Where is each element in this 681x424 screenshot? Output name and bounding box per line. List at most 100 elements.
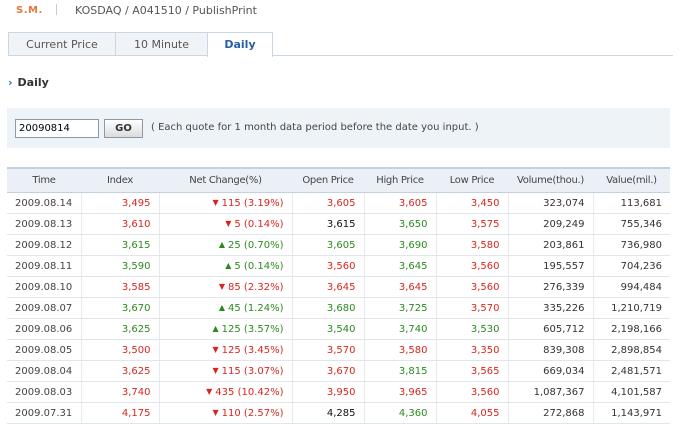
table-row: 2009.08.03 3,740 ▼ 435 (10.42%) 3,950 3,965 3,… bbox=[7, 381, 670, 403]
cell-value: 113,681 bbox=[593, 192, 670, 214]
table-row: 2009.08.12 3,615 ▲ 25 (0.70%) 3,605 3,690 3,58… bbox=[7, 234, 670, 256]
cell-volume: 335,226 bbox=[508, 297, 594, 319]
cell-low-price: 3,565 bbox=[436, 360, 509, 382]
net-change-value: 125 (3.45%) bbox=[221, 344, 284, 356]
table-row: 2009.08.04 3,625 ▼ 115 (3.07%) 3,670 3,815 3,5… bbox=[7, 360, 670, 382]
cell-low-price: 4,055 bbox=[436, 402, 509, 424]
cell-index: 3,615 bbox=[81, 234, 160, 256]
col-low-price: Low Price bbox=[436, 167, 508, 193]
cell-time: 2009.08.06 bbox=[7, 318, 82, 340]
cell-value: 1,210,719 bbox=[593, 297, 670, 319]
cell-volume: 605,712 bbox=[508, 318, 594, 340]
cell-net-change: ▲ 5 (0.14%) bbox=[159, 255, 293, 277]
cell-index: 4,175 bbox=[81, 402, 160, 424]
cell-net-change: ▼ 85 (2.32%) bbox=[159, 276, 293, 298]
cell-value: 1,143,971 bbox=[593, 402, 670, 424]
date-search-panel: GO ( Each quote for 1 month data period … bbox=[7, 108, 670, 148]
tab-current-price[interactable]: Current Price bbox=[8, 32, 116, 55]
cell-time: 2009.08.12 bbox=[7, 234, 82, 256]
breadcrumb: KOSDAQ / A041510 / PublishPrint bbox=[75, 4, 257, 17]
cell-value: 736,980 bbox=[593, 234, 670, 256]
cell-time: 2009.08.04 bbox=[7, 360, 82, 382]
go-button[interactable]: GO bbox=[104, 119, 143, 138]
cell-net-change: ▼ 115 (3.19%) bbox=[159, 192, 293, 214]
cell-index: 3,610 bbox=[81, 213, 160, 235]
cell-index: 3,670 bbox=[81, 297, 160, 319]
triangle-up-icon: ▲ bbox=[212, 323, 219, 333]
cell-open-price: 3,645 bbox=[292, 276, 365, 298]
table-row: 2009.08.06 3,625 ▲ 125 (3.57%) 3,540 3,740 3,5… bbox=[7, 318, 670, 340]
cell-time: 2009.08.07 bbox=[7, 297, 82, 319]
triangle-up-icon: ▲ bbox=[225, 260, 232, 270]
tab-daily[interactable]: Daily bbox=[207, 32, 273, 57]
tab-10-minute[interactable]: 10 Minute bbox=[115, 32, 208, 55]
cell-index: 3,625 bbox=[81, 360, 160, 382]
triangle-down-icon: ▼ bbox=[212, 197, 219, 207]
cell-high-price: 3,815 bbox=[364, 360, 437, 382]
cell-net-change: ▼ 5 (0.14%) bbox=[159, 213, 293, 235]
table-body: 2009.08.14 3,495 ▼ 115 (3.19%) 3,605 3,605 3,4… bbox=[7, 192, 670, 424]
cell-value: 2,481,571 bbox=[593, 360, 670, 382]
cell-value: 755,346 bbox=[593, 213, 670, 235]
table-header-row: Time Index Net Change(%) Open Price High… bbox=[7, 167, 670, 193]
triangle-up-icon: ▲ bbox=[218, 302, 226, 312]
cell-low-price: 3,350 bbox=[436, 339, 509, 361]
cell-net-change: ▼ 125 (3.45%) bbox=[159, 339, 293, 361]
col-value: Value(mil.) bbox=[593, 167, 670, 193]
daily-quotes-table: Time Index Net Change(%) Open Price High… bbox=[7, 167, 670, 424]
table-row: 2009.08.10 3,585 ▼ 85 (2.32%) 3,645 3,645 3,56… bbox=[7, 276, 670, 298]
cell-volume: 209,249 bbox=[508, 213, 594, 235]
cell-time: 2009.08.14 bbox=[7, 192, 82, 214]
cell-volume: 195,557 bbox=[508, 255, 594, 277]
cell-high-price: 3,645 bbox=[364, 255, 437, 277]
section-title-label: Daily bbox=[17, 76, 49, 89]
net-change-value: 85 (2.32%) bbox=[228, 281, 284, 293]
net-change-value: 115 (3.07%) bbox=[221, 365, 284, 377]
cell-time: 2009.08.13 bbox=[7, 213, 82, 235]
cell-value: 2,198,166 bbox=[593, 318, 670, 340]
cell-open-price: 4,285 bbox=[292, 402, 365, 424]
net-change-value: 435 (10.42%) bbox=[215, 386, 284, 398]
net-change-value: 125 (3.57%) bbox=[221, 323, 284, 335]
cell-volume: 839,308 bbox=[508, 339, 594, 361]
cell-index: 3,495 bbox=[81, 192, 160, 214]
cell-high-price: 3,725 bbox=[364, 297, 437, 319]
col-index: Index bbox=[81, 167, 159, 193]
cell-time: 2009.08.11 bbox=[7, 255, 82, 277]
cell-high-price: 3,650 bbox=[364, 213, 437, 235]
cell-high-price: 3,605 bbox=[364, 192, 437, 214]
cell-high-price: 3,645 bbox=[364, 276, 437, 298]
net-change-value: 110 (2.57%) bbox=[221, 407, 284, 419]
cell-open-price: 3,670 bbox=[292, 360, 365, 382]
tab-bar: Current Price 10 Minute Daily bbox=[8, 32, 673, 57]
triangle-down-icon: ▼ bbox=[212, 365, 219, 375]
triangle-down-icon: ▼ bbox=[218, 281, 226, 291]
header-divider bbox=[56, 4, 57, 15]
cell-time: 2009.08.03 bbox=[7, 381, 82, 403]
cell-low-price: 3,560 bbox=[436, 255, 509, 277]
col-high-price: High Price bbox=[364, 167, 436, 193]
col-open-price: Open Price bbox=[292, 167, 364, 193]
net-change-value: 5 (0.14%) bbox=[234, 260, 284, 272]
cell-open-price: 3,950 bbox=[292, 381, 365, 403]
cell-volume: 669,034 bbox=[508, 360, 594, 382]
table-row: 2009.08.14 3,495 ▼ 115 (3.19%) 3,605 3,605 3,4… bbox=[7, 192, 670, 214]
col-net-change: Net Change(%) bbox=[159, 167, 292, 193]
cell-high-price: 3,690 bbox=[364, 234, 437, 256]
cell-volume: 1,087,367 bbox=[508, 381, 594, 403]
cell-value: 994,484 bbox=[593, 276, 670, 298]
cell-low-price: 3,530 bbox=[436, 318, 509, 340]
cell-net-change: ▲ 125 (3.57%) bbox=[159, 318, 293, 340]
net-change-value: 115 (3.19%) bbox=[221, 197, 284, 209]
cell-volume: 276,339 bbox=[508, 276, 594, 298]
cell-open-price: 3,605 bbox=[292, 192, 365, 214]
cell-time: 2009.07.31 bbox=[7, 402, 82, 424]
net-change-value: 5 (0.14%) bbox=[234, 218, 284, 230]
date-input[interactable] bbox=[15, 119, 99, 138]
table-row: 2009.08.07 3,670 ▲ 45 (1.24%) 3,680 3,725 3,57… bbox=[7, 297, 670, 319]
cell-index: 3,585 bbox=[81, 276, 160, 298]
triangle-down-icon: ▼ bbox=[225, 218, 232, 228]
cell-volume: 323,074 bbox=[508, 192, 594, 214]
cell-value: 4,101,587 bbox=[593, 381, 670, 403]
cell-open-price: 3,560 bbox=[292, 255, 365, 277]
